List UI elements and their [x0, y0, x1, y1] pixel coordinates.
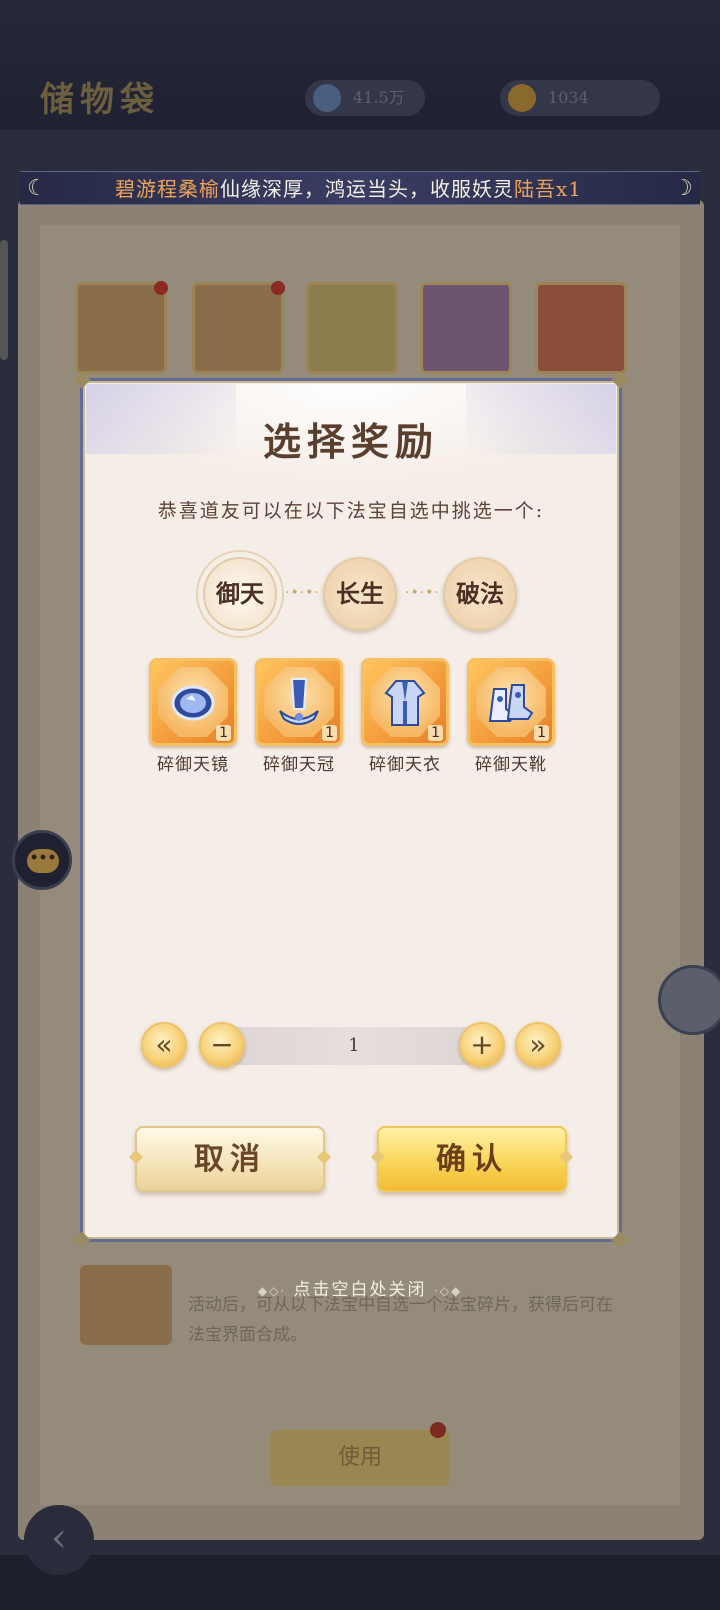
tab-pofa[interactable]: 破法	[443, 557, 517, 631]
bag-item	[75, 281, 168, 374]
item-quantity: 1	[534, 725, 549, 741]
increment-button[interactable]: +	[459, 1022, 505, 1068]
moon-icon: ☽	[673, 176, 693, 201]
max-quantity-button[interactable]: »	[515, 1022, 561, 1068]
bag-item	[306, 282, 398, 374]
spirit-stone-icon	[313, 84, 341, 112]
item-quantity: 1	[428, 725, 443, 741]
moon-icon: ☾	[27, 176, 47, 201]
reward-item-name: 碎御天衣	[369, 755, 441, 775]
announcement-banner: ☾ 碧游程桑榆仙缘深厚，鸿运当头，收服妖灵陆吾x1 ☽	[20, 171, 700, 205]
notification-dot	[430, 1422, 446, 1438]
item-quantity: 1	[322, 725, 337, 741]
notification-dot	[154, 281, 168, 295]
decrement-button[interactable]: −	[199, 1022, 245, 1068]
reward-item-name: 碎御天冠	[263, 755, 335, 775]
close-hint[interactable]: ◆◇· 点击空白处关闭 ·◇◆	[0, 1275, 720, 1300]
select-reward-dialog: 选择奖励 恭喜道友可以在以下法宝自选中挑选一个: 御天 ·•·•· 长生 ·•·…	[73, 371, 629, 1249]
reward-item-name: 碎御天镜	[157, 755, 229, 775]
tab-connector: ·•·•·	[405, 585, 440, 601]
chat-bubble-icon: •••	[27, 849, 59, 873]
mirror-icon	[171, 685, 215, 721]
dialog-subtitle: 恭喜道友可以在以下法宝自选中挑选一个:	[157, 500, 545, 522]
crown-icon	[279, 678, 319, 725]
player-name: 碧游程桑榆	[115, 177, 220, 201]
boots-icon	[488, 684, 534, 722]
announcement-text: 碧游程桑榆仙缘深厚，鸿运当头，收服妖灵陆吾x1	[115, 174, 582, 204]
back-arrow-icon: ‹	[24, 1505, 94, 1575]
side-scroll	[0, 240, 8, 360]
chat-button[interactable]: •••	[12, 830, 72, 890]
confirm-button[interactable]: 确认	[377, 1126, 567, 1192]
diamond-icon: ·◇◆	[433, 1284, 463, 1298]
reward-item-mirror[interactable]: 1	[149, 658, 237, 746]
spirit-name: 陆吾	[514, 177, 556, 201]
min-quantity-button[interactable]: «	[141, 1022, 187, 1068]
reward-item-robe[interactable]: 1	[361, 658, 449, 746]
bag-item	[420, 282, 512, 374]
reward-item-name: 碎御天靴	[475, 755, 547, 775]
avatar[interactable]	[658, 965, 720, 1035]
robe-icon	[384, 680, 426, 726]
quantity-value: 1	[213, 1027, 495, 1065]
tab-connector: ·•·•·	[285, 585, 320, 601]
page-title: 储物袋	[40, 80, 160, 120]
notification-dot	[271, 281, 285, 295]
reward-item-boots[interactable]: 1	[467, 658, 555, 746]
dialog-title: 选择奖励	[262, 419, 439, 464]
bag-item	[192, 281, 285, 374]
bag-item	[535, 282, 627, 374]
diamond-icon: ◆◇·	[257, 1284, 287, 1298]
tab-yutian[interactable]: 御天	[203, 557, 277, 631]
resource-counter-1: 41.5万	[305, 80, 425, 116]
lightning-icon	[508, 84, 536, 112]
spirit-count: x1	[556, 177, 583, 201]
announcement-message: 仙缘深厚，鸿运当头，收服妖灵	[220, 177, 514, 201]
reward-item-crown[interactable]: 1	[255, 658, 343, 746]
item-quantity: 1	[216, 725, 231, 741]
resource-counter-2: 1034	[500, 80, 660, 116]
bottom-bar	[0, 1555, 720, 1610]
use-button: 使用	[270, 1422, 450, 1486]
tab-changsheng[interactable]: 长生	[323, 557, 397, 631]
cancel-button[interactable]: 取消	[135, 1126, 325, 1192]
